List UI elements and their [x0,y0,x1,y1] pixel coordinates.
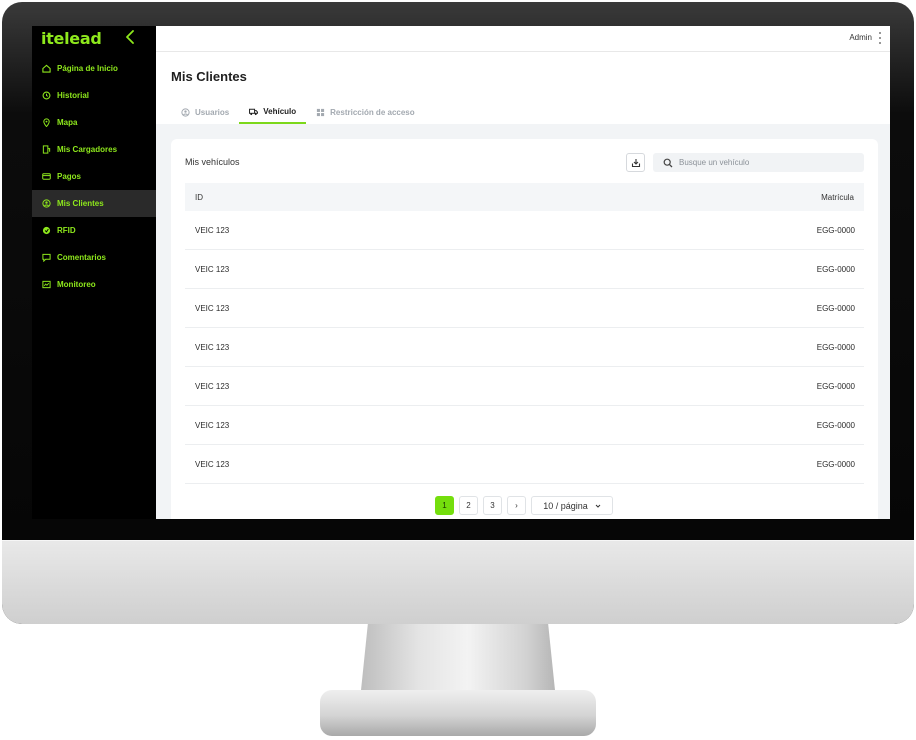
cell-id: VEIC 123 [195,225,230,235]
monitor-stand-foot [320,690,596,736]
page-size-value: 10 / página [543,500,588,511]
sidebar-item-map[interactable]: Mapa [32,109,156,136]
chevron-left-icon [126,30,134,44]
table-row[interactable]: VEIC 123 EGG-0000 [185,289,864,328]
cell-id: VEIC 123 [195,459,230,469]
table-row[interactable]: VEIC 123 EGG-0000 [185,328,864,367]
table-row[interactable]: VEIC 123 EGG-0000 [185,211,864,250]
brand-logo: itelead [41,29,102,48]
page-header: Mis Clientes Usuarios Vehículo Restricci… [156,52,890,124]
tab-bar: Usuarios Vehículo Restricción de acceso [171,100,425,124]
home-icon [42,64,51,73]
cell-plate: EGG-0000 [816,225,855,235]
collapse-sidebar-button[interactable] [124,29,138,45]
cell-id: VEIC 123 [195,264,230,274]
cell-id: VEIC 123 [195,420,230,430]
next-page-button[interactable]: › [507,496,526,515]
page-size-select[interactable]: 10 / página [531,496,613,515]
user-circle-icon [42,199,51,208]
vehicles-card: Mis vehículos ID Matrícula VEIC 123 EGG-0… [171,139,878,519]
page-button-1[interactable]: 1 [435,496,454,515]
cell-plate: EGG-0000 [816,303,855,313]
tab-label: Restricción de acceso [330,107,415,117]
column-header-plate[interactable]: Matrícula [821,193,854,202]
sidebar-item-label: Mis Clientes [57,199,104,208]
sidebar-item-label: Mapa [57,118,78,127]
sidebar-item-label: Comentarios [57,253,106,262]
vehicles-table: ID Matrícula VEIC 123 EGG-0000 VEIC 123 EG… [185,183,864,484]
app-screen: itelead Página de Inicio Historial Mapa … [32,26,890,519]
cell-plate: EGG-0000 [816,459,855,469]
page-button-3[interactable]: 3 [483,496,502,515]
sidebar-item-history[interactable]: Historial [32,82,156,109]
sidebar-item-clients[interactable]: Mis Clientes [32,190,156,217]
monitor-stand-neck [360,624,556,700]
search-box [653,153,864,172]
cell-plate: EGG-0000 [816,342,855,352]
sidebar-item-label: Mis Cargadores [57,145,118,154]
rfid-icon [42,226,51,235]
cell-plate: EGG-0000 [816,381,855,391]
truck-icon [249,108,259,115]
monitor-icon [42,280,51,289]
sidebar: itelead Página de Inicio Historial Mapa … [32,26,156,519]
sidebar-item-monitoring[interactable]: Monitoreo [32,271,156,298]
sidebar-nav: Página de Inicio Historial Mapa Mis Carg… [32,55,156,298]
sidebar-item-label: Historial [57,91,90,100]
sidebar-item-label: RFID [57,226,76,235]
sidebar-item-chargers[interactable]: Mis Cargadores [32,136,156,163]
charger-icon [42,145,51,154]
comment-icon [42,253,51,262]
table-row[interactable]: VEIC 123 EGG-0000 [185,406,864,445]
cell-id: VEIC 123 [195,303,230,313]
history-icon [42,91,51,100]
sidebar-item-label: Monitoreo [57,280,96,289]
more-options-icon[interactable] [878,32,882,44]
sidebar-item-label: Pagos [57,172,82,181]
tab-access-restriction[interactable]: Restricción de acceso [306,100,424,124]
top-bar: Admin [156,26,890,52]
column-header-id[interactable]: ID [195,193,203,202]
card-title: Mis vehículos [185,157,240,167]
table-header: ID Matrícula [185,183,864,211]
credit-card-icon [42,172,51,181]
user-menu-label[interactable]: Admin [849,33,872,42]
chevron-right-icon: › [515,501,518,510]
cell-id: VEIC 123 [195,381,230,391]
page-button-2[interactable]: 2 [459,496,478,515]
sidebar-item-comments[interactable]: Comentarios [32,244,156,271]
pagination: 1 2 3 › 10 / página [435,496,613,515]
table-row[interactable]: VEIC 123 EGG-0000 [185,367,864,406]
tab-users[interactable]: Usuarios [171,100,239,124]
grid-icon [317,108,325,116]
download-icon [631,158,640,167]
sidebar-item-home[interactable]: Página de Inicio [32,55,156,82]
search-input[interactable] [679,158,859,167]
sidebar-item-rfid[interactable]: RFID [32,217,156,244]
cell-plate: EGG-0000 [816,264,855,274]
table-row[interactable]: VEIC 123 EGG-0000 [185,445,864,484]
map-pin-icon [42,118,51,127]
chevron-down-icon [595,504,601,508]
search-icon [663,158,673,167]
monitor-chin [2,540,914,624]
sidebar-item-label: Página de Inicio [57,64,118,73]
cell-plate: EGG-0000 [816,420,855,430]
tab-label: Vehículo [263,106,297,116]
table-row[interactable]: VEIC 123 EGG-0000 [185,250,864,289]
cell-id: VEIC 123 [195,342,230,352]
tab-vehicle[interactable]: Vehículo [239,100,307,124]
page-title: Mis Clientes [171,69,247,84]
user-circle-icon [181,107,190,117]
sidebar-item-payments[interactable]: Pagos [32,163,156,190]
download-button[interactable] [626,153,645,172]
tab-label: Usuarios [195,107,230,117]
